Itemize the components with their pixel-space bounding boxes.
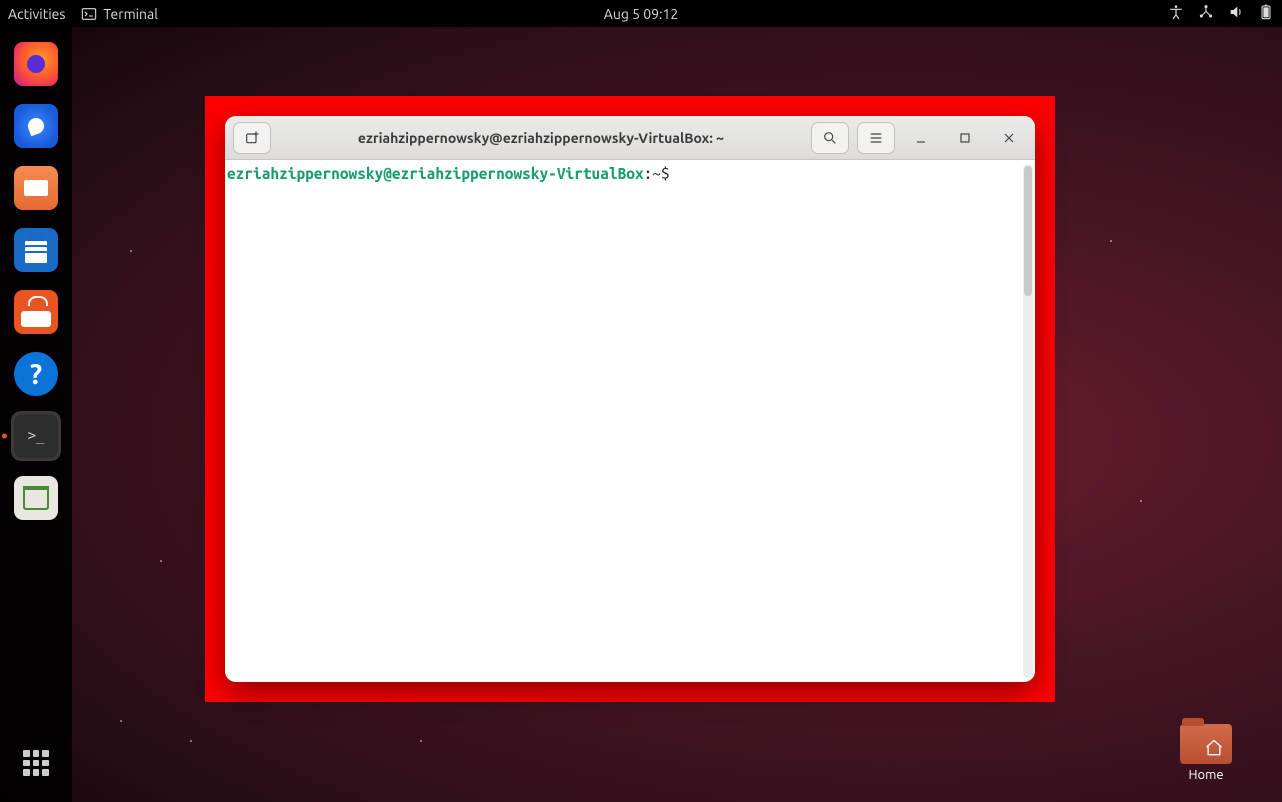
dock-item-writer[interactable] bbox=[11, 225, 61, 275]
window-minimize-button[interactable] bbox=[903, 122, 939, 154]
wallpaper-star bbox=[1110, 240, 1112, 242]
show-applications-button[interactable] bbox=[11, 738, 61, 788]
maximize-icon bbox=[957, 130, 973, 146]
prompt-user-host: ezriahzippernowsky@ezriahzippernowsky-Vi… bbox=[227, 165, 644, 182]
terminal-body[interactable]: ezriahzippernowsky@ezriahzippernowsky-Vi… bbox=[225, 160, 1035, 682]
clock[interactable]: Aug 5 09:12 bbox=[604, 6, 678, 22]
highlight-frame: ezriahzippernowsky@ezriahzippernowsky-Vi… bbox=[205, 96, 1055, 702]
new-tab-icon bbox=[244, 130, 260, 146]
home-folder-icon bbox=[1180, 724, 1232, 764]
terminal-scrollbar[interactable] bbox=[1023, 164, 1033, 678]
wallpaper-star bbox=[420, 740, 422, 742]
desktop-icon-home[interactable]: Home bbox=[1172, 724, 1240, 782]
hamburger-menu-button[interactable] bbox=[857, 122, 895, 154]
dock-item-thunderbird[interactable] bbox=[11, 101, 61, 151]
apps-grid-icon bbox=[23, 750, 49, 776]
active-app-label: Terminal bbox=[103, 6, 158, 22]
network-icon[interactable] bbox=[1198, 4, 1214, 23]
activities-button[interactable]: Activities bbox=[8, 6, 65, 22]
new-tab-button[interactable] bbox=[233, 122, 271, 154]
ubuntu-software-icon bbox=[14, 290, 58, 334]
help-icon: ? bbox=[14, 352, 58, 396]
window-maximize-button[interactable] bbox=[947, 122, 983, 154]
wallpaper-star bbox=[1140, 500, 1142, 502]
dock-item-files[interactable] bbox=[11, 163, 61, 213]
wallpaper-star bbox=[190, 740, 192, 742]
trash-icon bbox=[14, 476, 58, 520]
terminal-app-icon bbox=[14, 414, 58, 458]
dock-item-software[interactable] bbox=[11, 287, 61, 337]
files-icon bbox=[14, 166, 58, 210]
search-button[interactable] bbox=[811, 122, 849, 154]
accessibility-icon[interactable] bbox=[1168, 4, 1184, 23]
battery-icon[interactable] bbox=[1258, 4, 1274, 23]
wallpaper-star bbox=[160, 560, 162, 562]
prompt-dollar: $ bbox=[661, 165, 670, 182]
wallpaper-star bbox=[120, 720, 122, 722]
window-title: ezriahzippernowsky@ezriahzippernowsky-Vi… bbox=[279, 130, 803, 146]
active-app-menu[interactable]: Terminal bbox=[81, 6, 158, 22]
minimize-icon bbox=[913, 130, 929, 146]
dock: ? bbox=[0, 27, 72, 802]
dock-item-trash[interactable] bbox=[11, 473, 61, 523]
libreoffice-writer-icon bbox=[14, 228, 58, 272]
terminal-window[interactable]: ezriahzippernowsky@ezriahzippernowsky-Vi… bbox=[225, 116, 1035, 682]
close-icon bbox=[1001, 130, 1017, 146]
desktop-icon-label: Home bbox=[1188, 768, 1223, 782]
window-close-button[interactable] bbox=[991, 122, 1027, 154]
wallpaper-star bbox=[130, 250, 132, 252]
firefox-icon bbox=[14, 42, 58, 86]
dock-item-help[interactable]: ? bbox=[11, 349, 61, 399]
top-bar: Activities Terminal Aug 5 09:12 bbox=[0, 0, 1282, 27]
hamburger-icon bbox=[868, 130, 884, 146]
window-titlebar[interactable]: ezriahzippernowsky@ezriahzippernowsky-Vi… bbox=[225, 116, 1035, 160]
thunderbird-icon bbox=[14, 104, 58, 148]
volume-icon[interactable] bbox=[1228, 4, 1244, 23]
terminal-icon bbox=[81, 6, 97, 22]
prompt-path: ~ bbox=[652, 165, 661, 182]
dock-item-firefox[interactable] bbox=[11, 39, 61, 89]
dock-item-terminal[interactable] bbox=[11, 411, 61, 461]
search-icon bbox=[822, 130, 838, 146]
